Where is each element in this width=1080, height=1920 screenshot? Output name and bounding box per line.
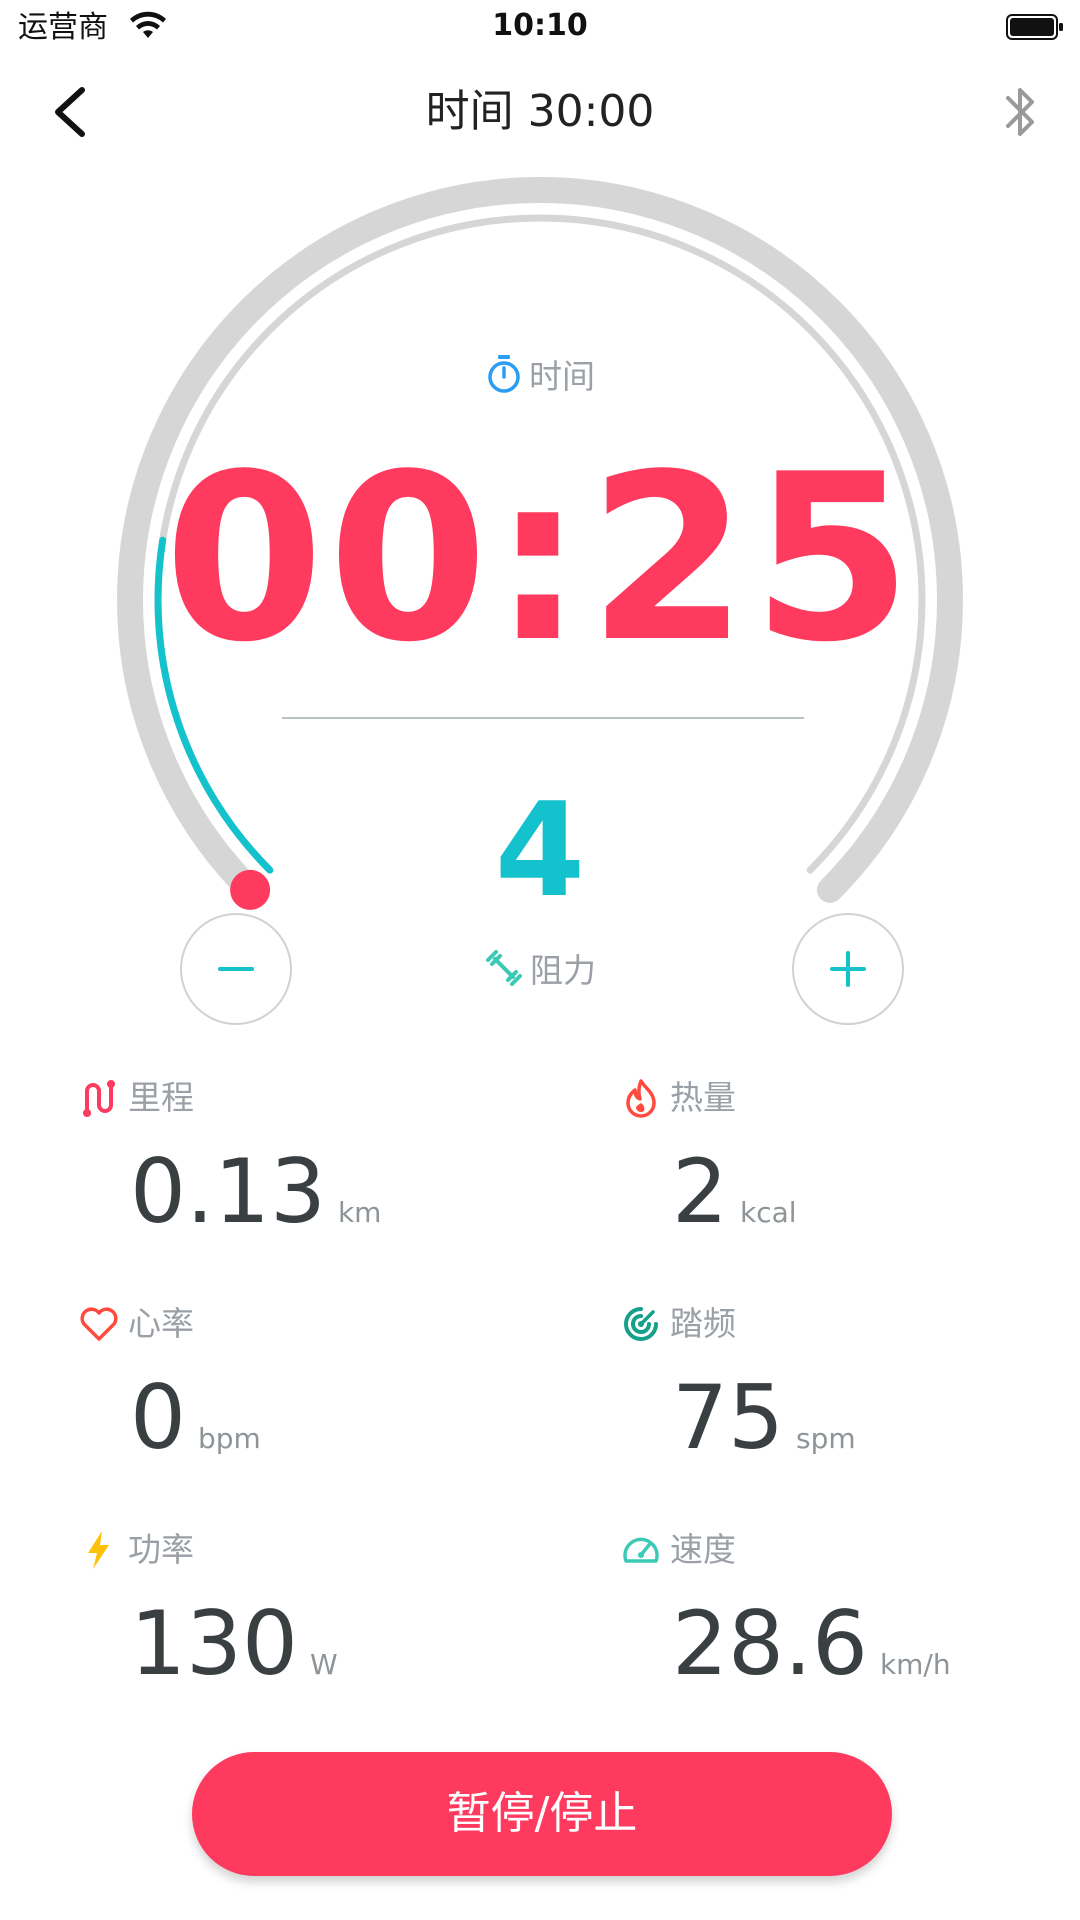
distance-label-text: 里程 <box>128 1078 194 1117</box>
calories-number: 2 <box>672 1140 728 1243</box>
power-value: 130 W <box>130 1594 338 1694</box>
speedometer-icon <box>623 1537 659 1563</box>
elapsed-time: 00:25 <box>163 426 917 693</box>
heart-rate-label-text: 心率 <box>128 1304 194 1343</box>
calories-label: 热量 <box>620 1076 736 1120</box>
lightning-icon <box>88 1531 109 1569</box>
cadence-label: 踏频 <box>620 1302 736 1346</box>
heart-rate-value: 0 bpm <box>130 1368 261 1468</box>
heart-rate-unit: bpm <box>198 1422 261 1455</box>
cadence-label-text: 踏频 <box>670 1304 736 1343</box>
distance-value: 0.13 km <box>130 1142 381 1242</box>
resistance-value: 4 <box>494 774 586 926</box>
speed-value: 28.6 km/h <box>672 1594 951 1694</box>
power-label: 功率 <box>78 1528 194 1572</box>
route-icon <box>83 1080 115 1117</box>
resistance-label: 阻力 <box>0 944 1080 992</box>
cadence-value: 75 spm <box>672 1368 856 1468</box>
resistance-label-text: 阻力 <box>530 951 596 990</box>
pause-stop-button[interactable]: 暂停/停止 <box>192 1752 892 1876</box>
speed-number: 28.6 <box>672 1592 868 1695</box>
decrease-resistance-button[interactable] <box>180 913 292 1025</box>
speed-label: 速度 <box>620 1528 736 1572</box>
stopwatch-icon <box>488 355 520 393</box>
calories-unit: kcal <box>740 1196 797 1229</box>
calories-value: 2 kcal <box>672 1142 797 1242</box>
heart-rate-number: 0 <box>130 1366 186 1469</box>
power-number: 130 <box>130 1592 298 1695</box>
distance-number: 0.13 <box>130 1140 326 1243</box>
speed-label-text: 速度 <box>670 1530 736 1569</box>
cadence-unit: spm <box>795 1422 856 1455</box>
dumbbell-icon <box>486 950 522 986</box>
calories-label-text: 热量 <box>670 1078 736 1117</box>
distance-label: 里程 <box>78 1076 194 1120</box>
heart-icon <box>80 1307 118 1341</box>
plus-icon <box>830 951 866 987</box>
minus-icon <box>218 967 254 971</box>
power-label-text: 功率 <box>128 1530 194 1569</box>
cadence-number: 75 <box>672 1366 784 1469</box>
speed-unit: km/h <box>879 1648 951 1681</box>
time-label-text: 时间 <box>529 357 595 396</box>
flame-icon <box>626 1079 656 1118</box>
increase-resistance-button[interactable] <box>792 913 904 1025</box>
cadence-icon <box>624 1307 658 1341</box>
distance-unit: km <box>337 1196 382 1229</box>
heart-rate-label: 心率 <box>78 1302 194 1346</box>
time-label: 时间 <box>0 350 1080 398</box>
divider <box>282 717 804 719</box>
power-unit: W <box>309 1648 338 1681</box>
